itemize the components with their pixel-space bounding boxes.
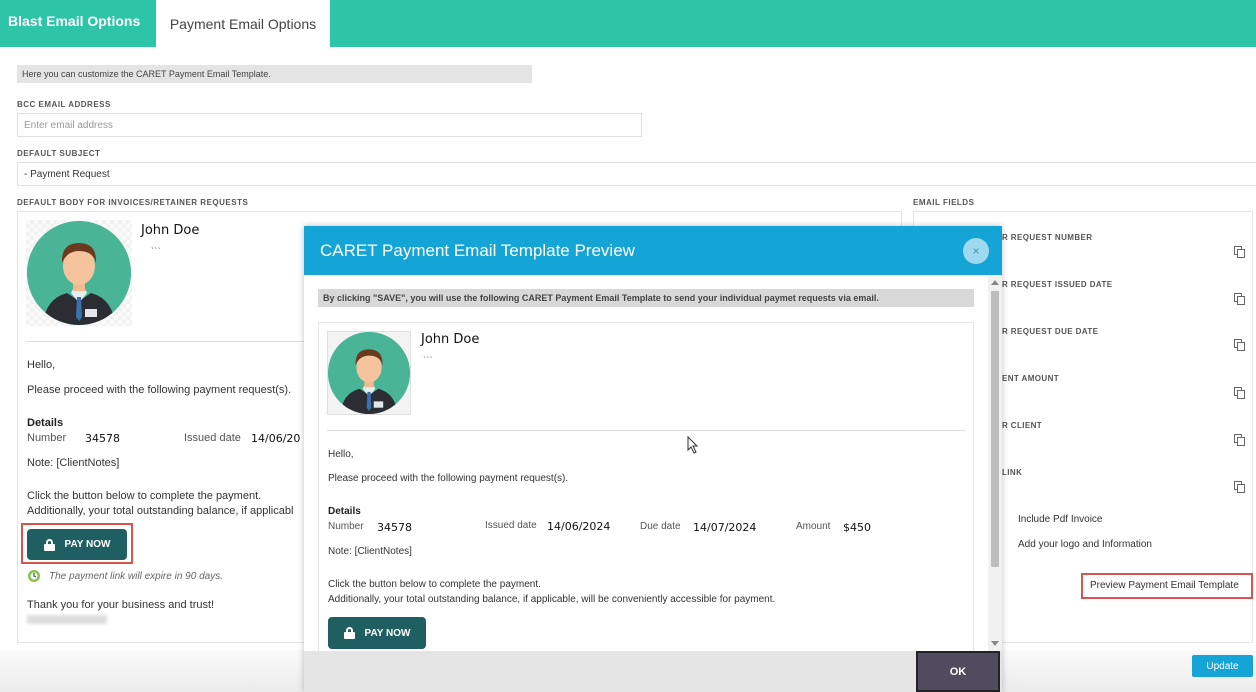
field-request-issued-date[interactable]: R REQUEST ISSUED DATE (1002, 280, 1113, 289)
close-icon[interactable]: × (963, 238, 989, 264)
modal-title: CARET Payment Email Template Preview (320, 241, 635, 260)
preview-pay-now-label: PAY NOW (364, 627, 411, 639)
preview-note: Note: [ClientNotes] (328, 546, 412, 557)
preview-divider (327, 430, 965, 431)
preview-additional-text: Additionally, your total outstanding bal… (328, 594, 776, 605)
body-click-text: Click the button below to complete the p… (27, 490, 262, 502)
body-expire-text: The payment link will expire in 90 days. (49, 571, 223, 582)
modal-save-note: By clicking "SAVE", you will use the fol… (318, 289, 974, 307)
preview-amount-value: $450 (843, 521, 871, 534)
body-note: Note: [ClientNotes] (27, 457, 120, 469)
tab-bar: Blast Email Options Payment Email Option… (0, 0, 1256, 47)
info-banner: Here you can customize the CARET Payment… (17, 65, 532, 83)
body-issued-value: 14/06/20 (251, 432, 301, 445)
copy-icon[interactable] (1234, 481, 1245, 493)
copy-icon[interactable] (1234, 387, 1245, 399)
avatar (27, 221, 131, 325)
preview-click-text: Click the button below to complete the p… (328, 579, 541, 590)
copy-icon[interactable] (1234, 434, 1245, 446)
preview-modal: CARET Payment Email Template Preview × B… (304, 226, 1002, 692)
preview-due-label: Due date (640, 521, 681, 532)
preview-contact-name: John Doe (421, 332, 480, 347)
clock-icon (27, 569, 41, 583)
preview-email-card: John Doe ˎˎˎ Hello, Please proceed with … (318, 322, 974, 651)
update-button[interactable]: Update (1192, 655, 1253, 677)
modal-content[interactable]: By clicking "SAVE", you will use the fol… (304, 275, 1002, 651)
modal-scrollbar[interactable] (988, 275, 1002, 651)
preview-details-heading: Details (328, 506, 361, 517)
preview-avatar (328, 332, 410, 414)
body-hello: Hello, (27, 359, 56, 371)
field-payment-amount[interactable]: ENT AMOUNT (1002, 374, 1059, 383)
body-number-label: Number (27, 432, 67, 444)
modal-footer: OK (304, 651, 1002, 692)
body-proceed-text: Please proceed with the following paymen… (27, 384, 292, 396)
copy-icon[interactable] (1234, 339, 1245, 351)
body-dots: ˎˎˎ (151, 239, 161, 250)
preview-amount-label: Amount (796, 521, 831, 532)
preview-proceed-text: Please proceed with the following paymen… (328, 473, 569, 484)
body-issued-label: Issued date (184, 432, 241, 444)
preview-number-value: 34578 (377, 521, 412, 534)
tab-blast-email-options[interactable]: Blast Email Options (0, 0, 156, 47)
ok-button[interactable]: OK (916, 651, 1000, 692)
field-request-due-date[interactable]: R REQUEST DUE DATE (1002, 327, 1098, 336)
preview-dots: ˎˎˎ (423, 348, 433, 359)
preview-due-value: 14/07/2024 (693, 521, 757, 534)
field-request-number[interactable]: R REQUEST NUMBER (1002, 233, 1092, 242)
pay-now-highlight (21, 523, 133, 564)
bcc-email-input[interactable] (17, 113, 642, 137)
body-details-heading: Details (27, 417, 64, 429)
scroll-down-icon[interactable] (991, 641, 999, 646)
preview-pay-now-button[interactable]: PAY NOW (328, 617, 426, 649)
preview-number-label: Number (328, 521, 364, 532)
field-client[interactable]: R CLIENT (1002, 421, 1042, 430)
subject-input[interactable] (17, 162, 1256, 186)
body-contact-name: John Doe (141, 223, 200, 238)
subject-label: DEFAULT SUBJECT (17, 149, 101, 158)
add-logo-option[interactable]: Add your logo and Information (1018, 539, 1152, 550)
blurred-signature (27, 615, 107, 624)
body-additional-text: Additionally, your total outstanding bal… (27, 505, 294, 517)
email-fields-label: EMAIL FIELDS (913, 198, 975, 207)
preview-issued-value: 14/06/2024 (547, 520, 611, 533)
preview-hello: Hello, (328, 449, 354, 460)
field-link[interactable]: LINK (1002, 468, 1022, 477)
mouse-cursor-icon (687, 435, 699, 454)
tab-payment-email-options[interactable]: Payment Email Options (156, 0, 330, 47)
body-thanks: Thank you for your business and trust! (27, 599, 215, 611)
copy-icon[interactable] (1234, 246, 1245, 258)
scroll-up-icon[interactable] (991, 280, 999, 285)
copy-icon[interactable] (1234, 293, 1245, 305)
modal-header: CARET Payment Email Template Preview (304, 226, 1002, 275)
include-pdf-invoice-option[interactable]: Include Pdf Invoice (1018, 514, 1103, 525)
preview-link-highlight (1081, 573, 1253, 599)
body-number-value: 34578 (85, 432, 120, 445)
body-label: DEFAULT BODY FOR INVOICES/RETAINER REQUE… (17, 198, 249, 207)
bcc-label: BCC EMAIL ADDRESS (17, 100, 111, 109)
preview-issued-label: Issued date (485, 520, 537, 531)
scroll-thumb[interactable] (991, 291, 999, 567)
lock-icon (343, 627, 355, 639)
